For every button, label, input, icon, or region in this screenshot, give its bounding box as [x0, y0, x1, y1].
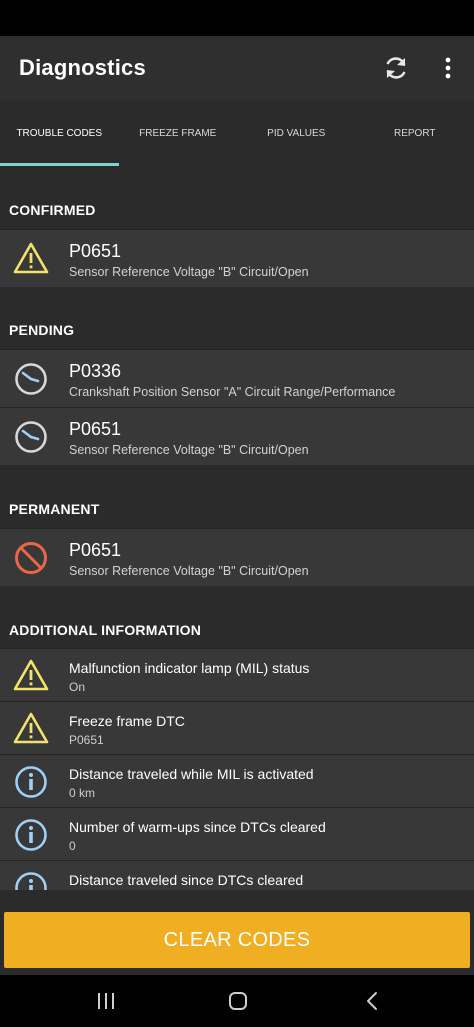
tab-trouble-codes[interactable]: TROUBLE CODES: [0, 100, 119, 166]
clock-icon: [13, 361, 49, 397]
section-header-confirmed: CONFIRMED: [9, 202, 96, 218]
trouble-codes-list[interactable]: CONFIRMED P0651 Sensor Reference Voltage…: [0, 166, 474, 890]
home-icon: [229, 992, 247, 1010]
tab-report[interactable]: REPORT: [356, 100, 474, 166]
dtc-code: P0651: [69, 540, 122, 560]
info-value: P0651: [69, 733, 104, 747]
back-button[interactable]: [358, 987, 386, 1015]
info-value: 0: [69, 839, 76, 853]
dtc-row[interactable]: P0336 Crankshaft Position Sensor "A" Cir…: [0, 349, 474, 407]
info-icon: [13, 764, 49, 800]
tab-freeze-frame[interactable]: FREEZE FRAME: [119, 100, 238, 166]
info-value: On: [69, 680, 86, 694]
prohibited-icon: [13, 540, 49, 576]
dtc-description: Sensor Reference Voltage "B" Circuit/Ope…: [69, 564, 309, 578]
home-button[interactable]: [224, 987, 252, 1015]
dtc-description: Sensor Reference Voltage "B" Circuit/Ope…: [69, 443, 309, 457]
refresh-button[interactable]: [378, 50, 414, 86]
info-row[interactable]: Distance traveled since DTCs cleared: [0, 860, 474, 890]
warning-icon: [13, 240, 49, 276]
dtc-code: P0336: [69, 361, 122, 381]
refresh-icon: [386, 57, 406, 79]
dtc-row[interactable]: P0651 Sensor Reference Voltage "B" Circu…: [0, 229, 474, 287]
info-title: Distance traveled since DTCs cleared: [69, 872, 304, 888]
info-title: Freeze frame DTC: [69, 713, 185, 729]
warning-icon: [13, 657, 49, 693]
dtc-code: P0651: [69, 241, 122, 261]
back-icon: [367, 992, 377, 1010]
info-title: Number of warm-ups since DTCs cleared: [69, 819, 326, 835]
dtc-description: Crankshaft Position Sensor "A" Circuit R…: [69, 385, 396, 399]
info-row[interactable]: Freeze frame DTC P0651: [0, 701, 474, 754]
info-title: Malfunction indicator lamp (MIL) status: [69, 660, 310, 676]
dtc-row[interactable]: P0651 Sensor Reference Voltage "B" Circu…: [0, 407, 474, 465]
page-title: Diagnostics: [19, 55, 146, 80]
section-header-additional-information: ADDITIONAL INFORMATION: [9, 622, 202, 638]
status-bar: [0, 0, 474, 36]
section-header-permanent: PERMANENT: [9, 501, 100, 517]
recents-button[interactable]: [92, 987, 120, 1015]
more-vert-icon: [445, 57, 451, 79]
dtc-code: P0651: [69, 419, 122, 439]
info-icon: [13, 817, 49, 853]
dtc-description: Sensor Reference Voltage "B" Circuit/Ope…: [69, 265, 309, 279]
info-title: Distance traveled while MIL is activated: [69, 766, 314, 782]
info-row[interactable]: Distance traveled while MIL is activated…: [0, 754, 474, 807]
info-row[interactable]: Malfunction indicator lamp (MIL) status …: [0, 648, 474, 701]
tab-pid-values[interactable]: PID VALUES: [237, 100, 356, 166]
info-row[interactable]: Number of warm-ups since DTCs cleared 0: [0, 807, 474, 860]
section-header-pending: PENDING: [9, 322, 75, 338]
more-options-button[interactable]: [436, 50, 460, 86]
tab-bar: TROUBLE CODES FREEZE FRAME PID VALUES RE…: [0, 100, 474, 166]
app-bar: Diagnostics: [0, 36, 474, 100]
info-icon: [13, 870, 49, 890]
info-value: 0 km: [69, 786, 96, 800]
warning-icon: [13, 710, 49, 746]
system-nav-bar: [0, 975, 474, 1027]
clock-icon: [13, 419, 49, 455]
recents-icon: [98, 993, 114, 1009]
clear-codes-button[interactable]: CLEAR CODES: [4, 912, 470, 968]
dtc-row[interactable]: P0651 Sensor Reference Voltage "B" Circu…: [0, 528, 474, 586]
